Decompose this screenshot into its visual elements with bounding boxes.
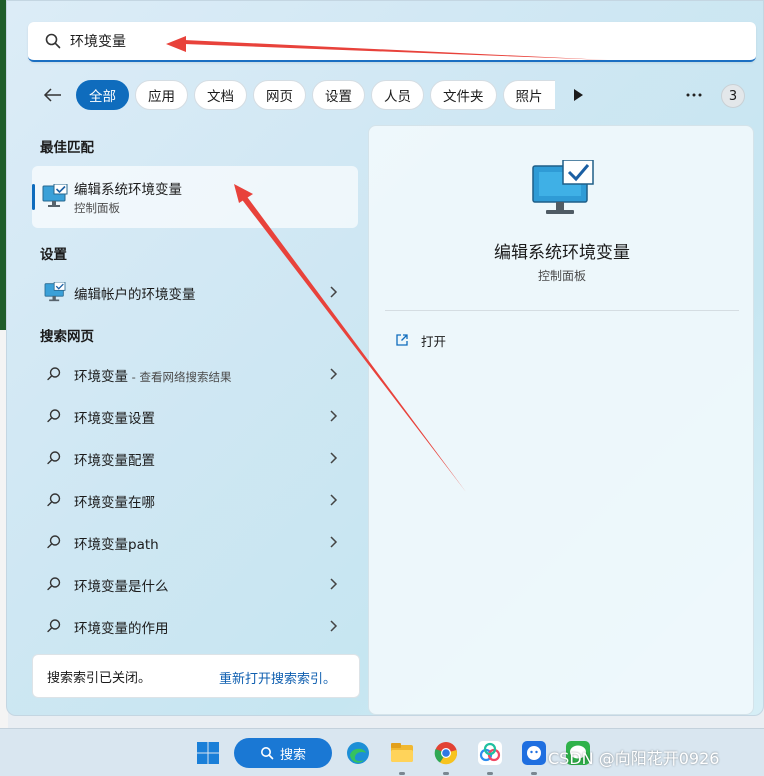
filter-photos[interactable]: 照片	[502, 80, 555, 110]
web-result-item[interactable]: 环境变量是什么	[32, 564, 358, 604]
search-icon	[47, 535, 61, 549]
search-box[interactable]	[28, 22, 756, 62]
running-indicator	[487, 772, 493, 775]
filter-web[interactable]: 网页	[253, 80, 306, 110]
section-settings: 设置	[40, 247, 67, 263]
divider	[385, 310, 739, 311]
chevron-right-icon	[330, 368, 338, 380]
search-index-notice: 搜索索引已关闭。 重新打开搜索索引。	[32, 654, 360, 698]
taskbar-search-button[interactable]: 搜索	[234, 738, 332, 768]
arrow-left-icon	[43, 88, 61, 102]
detail-subtitle: 控制面板	[537, 269, 586, 283]
search-icon	[47, 409, 61, 423]
control-panel-icon	[532, 160, 594, 214]
web-result-label: 环境变量在哪	[74, 495, 155, 511]
best-match-title: 编辑系统环境变量	[74, 182, 182, 198]
search-icon	[47, 451, 61, 465]
section-best-match: 最佳匹配	[40, 140, 94, 156]
web-result-item[interactable]: 环境变量设置	[32, 396, 358, 436]
search-icon	[47, 577, 61, 591]
chrome-icon[interactable]	[434, 741, 458, 765]
selection-indicator	[32, 184, 35, 210]
web-result-label: 环境变量配置	[74, 453, 155, 469]
windows-start-icon[interactable]	[196, 741, 220, 765]
web-result-label: 环境变量path	[74, 537, 159, 553]
best-match-subtitle: 控制面板	[74, 201, 120, 215]
chevron-right-icon	[330, 494, 338, 506]
detail-pane: 编辑系统环境变量 控制面板 打开	[368, 125, 754, 715]
chevron-right-icon	[330, 410, 338, 422]
watermark: CSDN @向阳花开0926	[548, 749, 720, 768]
web-result-item[interactable]: 环境变量 - 查看网络搜索结果	[32, 354, 358, 394]
web-result-label: 环境变量 - 查看网络搜索结果	[74, 369, 232, 385]
detail-title: 编辑系统环境变量	[494, 243, 630, 263]
open-action-label: 打开	[421, 333, 447, 349]
baidu-netdisk-icon[interactable]	[478, 741, 502, 765]
ellipsis-icon	[686, 93, 702, 97]
web-result-item[interactable]: 环境变量配置	[32, 438, 358, 478]
web-result-item[interactable]: 环境变量在哪	[32, 480, 358, 520]
web-result-item[interactable]: 环境变量的作用	[32, 606, 358, 646]
running-indicator	[399, 772, 405, 775]
filter-all[interactable]: 全部	[76, 80, 129, 110]
open-external-icon	[396, 334, 408, 346]
web-result-label: 环境变量是什么	[74, 579, 169, 595]
search-icon	[47, 493, 61, 507]
filter-documents[interactable]: 文档	[194, 80, 247, 110]
filter-settings[interactable]: 设置	[312, 80, 365, 110]
web-result-label: 环境变量的作用	[74, 621, 169, 637]
taskbar-search-label: 搜索	[279, 747, 306, 763]
more-options-button[interactable]	[680, 84, 708, 106]
file-explorer-icon[interactable]	[390, 741, 414, 765]
chevron-right-icon	[330, 536, 338, 548]
filter-apps[interactable]: 应用	[135, 80, 188, 110]
chevron-right-icon	[330, 286, 338, 298]
web-result-item[interactable]: 环境变量path	[32, 522, 358, 562]
section-web-search: 搜索网页	[40, 329, 94, 345]
search-icon	[47, 619, 61, 633]
running-indicator	[443, 772, 449, 775]
filter-bar: 全部 应用 文档 网页 设置 人员 文件夹 照片	[38, 78, 591, 112]
search-icon	[47, 367, 61, 381]
more-filters-button[interactable]	[565, 80, 591, 110]
best-match-item[interactable]: 编辑系统环境变量 控制面板	[32, 166, 358, 228]
web-result-label: 环境变量设置	[74, 411, 155, 427]
back-button[interactable]	[38, 80, 68, 110]
index-notice-message: 搜索索引已关闭。	[47, 671, 152, 686]
settings-item[interactable]: 编辑帐户的环境变量	[32, 272, 358, 312]
chevron-right-icon	[330, 452, 338, 464]
running-indicator	[531, 772, 537, 775]
play-icon	[573, 89, 583, 101]
filter-folders[interactable]: 文件夹	[430, 80, 497, 110]
open-action[interactable]: 打开	[395, 330, 446, 350]
chevron-right-icon	[330, 620, 338, 632]
control-panel-icon	[44, 282, 66, 302]
control-panel-icon	[42, 184, 68, 207]
settings-item-label: 编辑帐户的环境变量	[74, 287, 196, 303]
edge-browser-icon[interactable]	[346, 741, 370, 765]
search-icon	[45, 33, 61, 49]
search-icon	[260, 747, 274, 760]
result-count-badge[interactable]: 3	[721, 84, 745, 108]
chat-app-icon[interactable]	[522, 741, 546, 765]
reenable-index-link[interactable]: 重新打开搜索索引。	[219, 668, 336, 687]
filter-people[interactable]: 人员	[371, 80, 424, 110]
search-input[interactable]	[70, 33, 670, 49]
chevron-right-icon	[330, 578, 338, 590]
